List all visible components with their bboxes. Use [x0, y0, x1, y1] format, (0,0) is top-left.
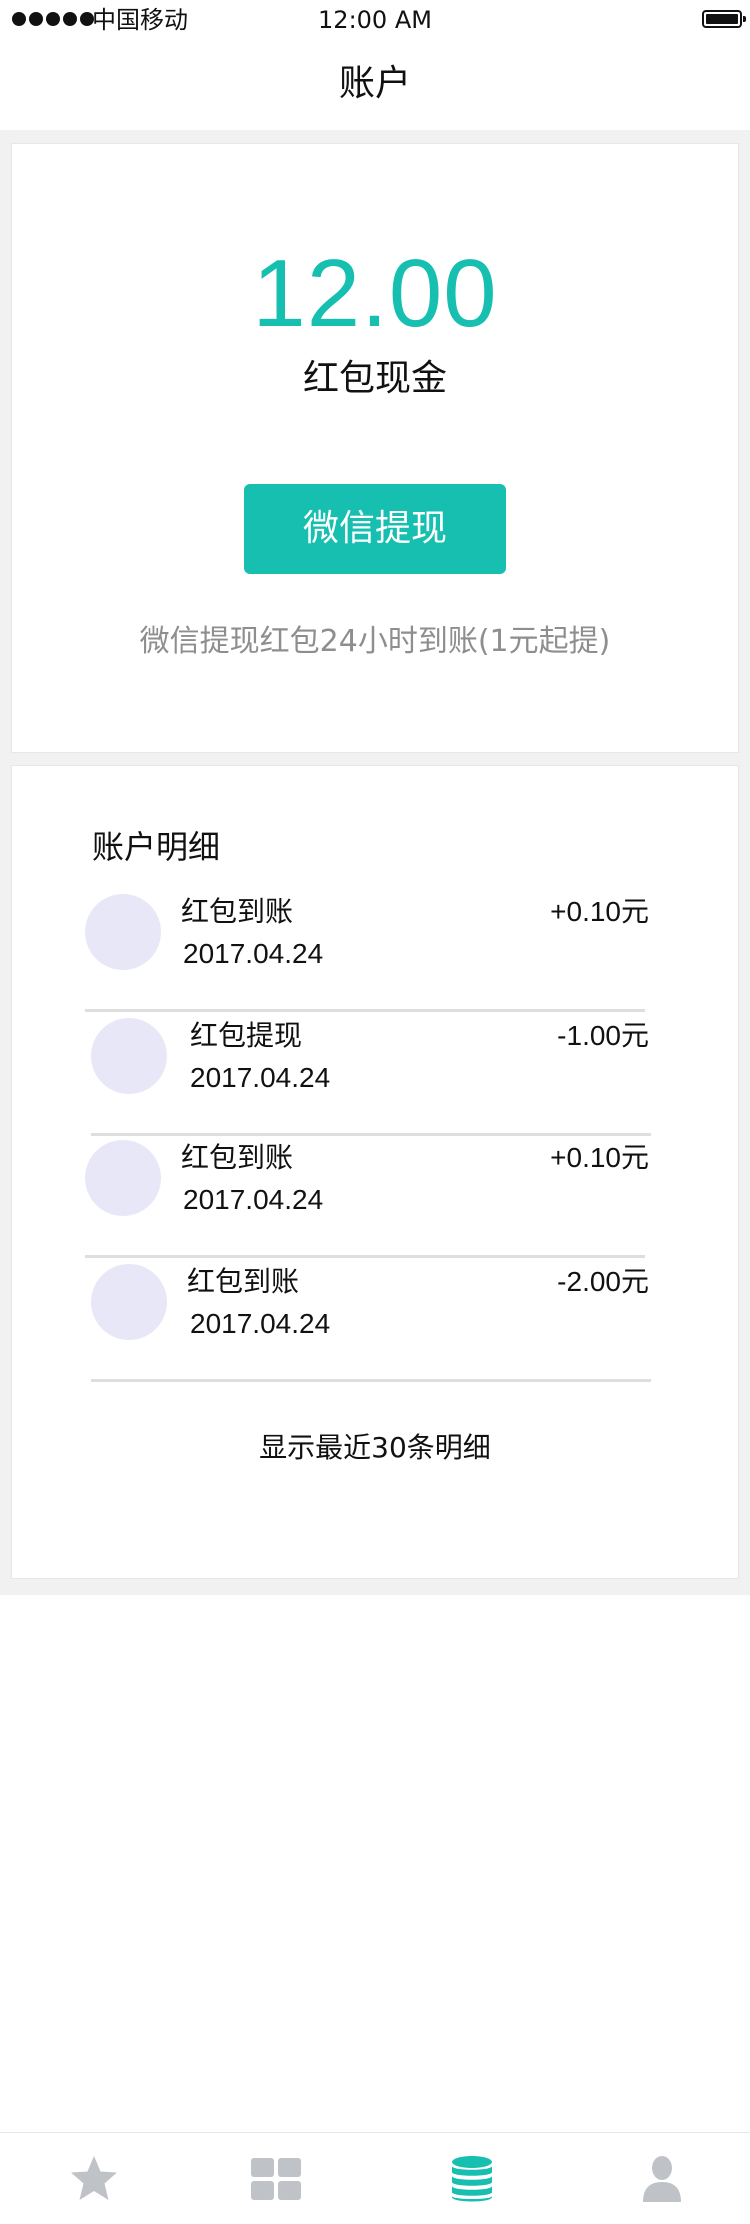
tab-favorites[interactable]	[0, 2133, 188, 2224]
transaction-date: 2017.04.24	[190, 1062, 331, 1093]
tab-apps[interactable]	[182, 2133, 370, 2224]
row-divider	[91, 1379, 651, 1382]
row-divider	[85, 1009, 645, 1012]
transaction-title: 红包到账	[187, 1265, 300, 1298]
status-bar: 中国移动 12:00 AM	[0, 0, 750, 40]
grid-icon	[251, 2158, 301, 2200]
transaction-date: 2017.04.24	[183, 1184, 324, 1215]
list-item[interactable]: 红包到账 2017.04.24 -2.00元	[91, 1264, 651, 1382]
details-title: 账户明细	[92, 828, 221, 866]
page-title: 账户	[338, 63, 411, 104]
content-area: 12.00 红包现金 微信提现 微信提现红包24小时到账(1元起提) 账户明细 …	[0, 130, 750, 1595]
balance-label: 红包现金	[302, 358, 447, 399]
transaction-date: 2017.04.24	[190, 1308, 331, 1339]
transaction-amount: +0.10元	[550, 896, 649, 927]
person-icon	[643, 2156, 681, 2202]
account-details-card: 账户明细 红包到账 2017.04.24 +0.10元 红包提现 2017.04…	[12, 766, 738, 1578]
recent-30-records-link[interactable]: 显示最近30条明细	[12, 1429, 738, 1467]
transaction-title: 红包到账	[181, 1141, 294, 1174]
avatar	[91, 1018, 167, 1094]
transaction-amount: -1.00元	[557, 1020, 649, 1051]
list-item[interactable]: 红包到账 2017.04.24 +0.10元	[85, 894, 649, 1012]
account-screen: 中国移动 12:00 AM 账户 12.00 红包现金 微信提现 微信提现红包2…	[0, 0, 750, 2224]
coins-stack-icon	[452, 2156, 492, 2202]
tab-bar	[0, 2132, 750, 2224]
row-divider	[85, 1255, 645, 1258]
transaction-amount: +0.10元	[550, 1142, 649, 1173]
star-icon	[71, 2156, 117, 2200]
wechat-withdraw-button[interactable]: 微信提现	[244, 484, 506, 574]
transaction-date: 2017.04.24	[183, 938, 324, 969]
avatar	[91, 1264, 167, 1340]
balance-card: 12.00 红包现金 微信提现 微信提现红包24小时到账(1元起提)	[12, 144, 738, 752]
avatar	[85, 894, 161, 970]
row-divider	[91, 1133, 651, 1136]
nav-bar: 账户	[0, 40, 750, 130]
status-time: 12:00 AM	[318, 6, 432, 34]
transaction-amount: -2.00元	[557, 1266, 649, 1297]
balance-amount: 12.00	[252, 240, 498, 347]
avatar	[85, 1140, 161, 1216]
list-item[interactable]: 红包提现 2017.04.24 -1.00元	[91, 1018, 651, 1136]
battery-icon	[702, 10, 746, 28]
list-item[interactable]: 红包到账 2017.04.24 +0.10元	[85, 1140, 649, 1258]
transaction-title: 红包到账	[181, 895, 294, 928]
withdraw-note: 微信提现红包24小时到账(1元起提)	[139, 624, 611, 659]
tab-profile[interactable]	[568, 2133, 750, 2224]
tab-account[interactable]	[378, 2133, 566, 2224]
transaction-title: 红包提现	[190, 1019, 303, 1052]
